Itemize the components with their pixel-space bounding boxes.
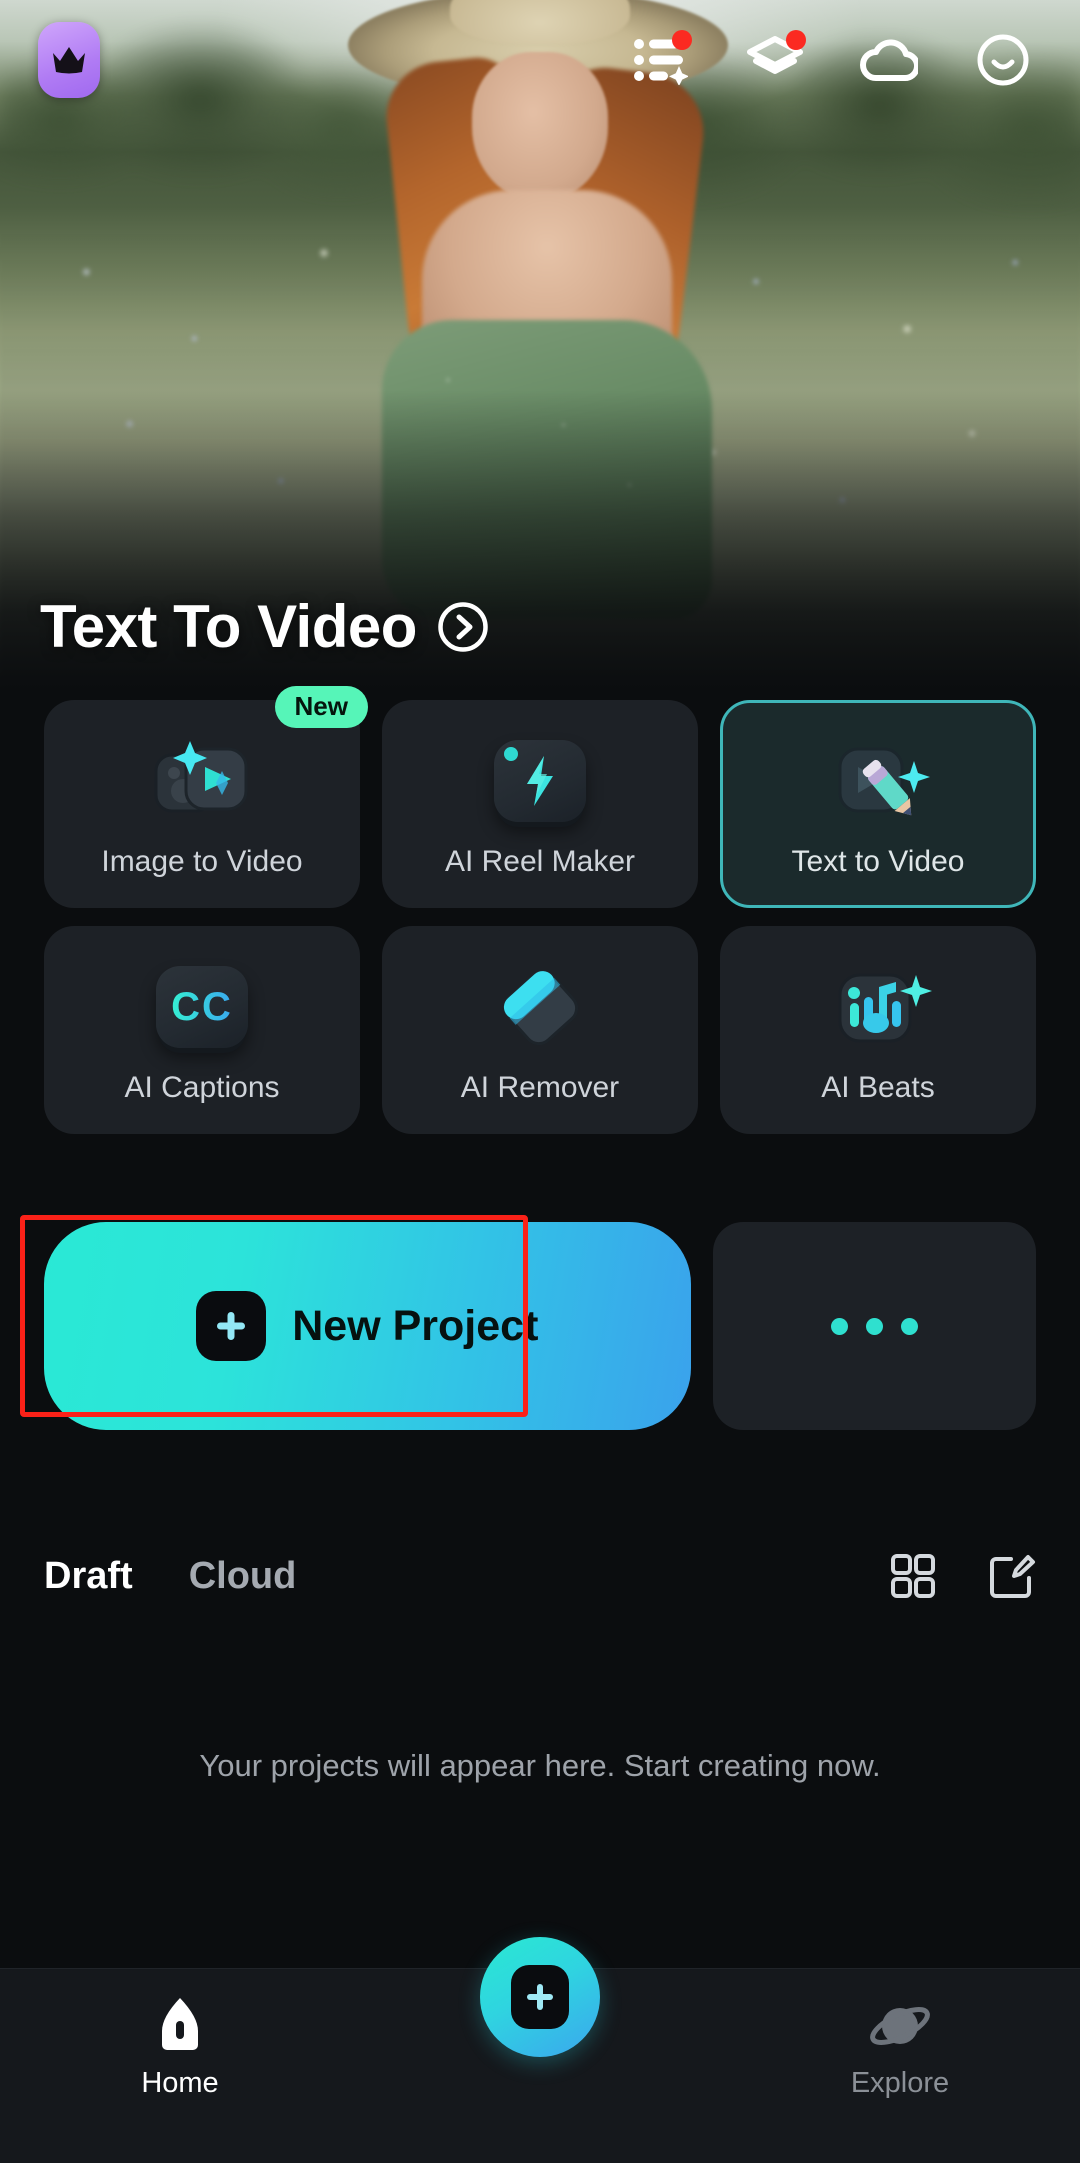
projects-tab-actions: [890, 1552, 1036, 1600]
edit-square-icon[interactable]: [988, 1552, 1036, 1600]
feature-tile-text-to-video[interactable]: Text to Video: [720, 700, 1036, 908]
feature-label: AI Captions: [124, 1071, 280, 1104]
nav-item-explore[interactable]: Explore: [780, 1995, 1020, 2100]
nav-item-home[interactable]: Home: [60, 1995, 300, 2100]
nav-label-home: Home: [141, 2067, 219, 2099]
profile-button[interactable]: [974, 31, 1032, 89]
eraser-icon: [488, 955, 592, 1059]
tab-draft[interactable]: Draft: [44, 1555, 133, 1598]
premium-crown-button[interactable]: [38, 22, 100, 98]
planet-icon: [870, 2007, 930, 2045]
music-note-sparkle-icon: [822, 955, 934, 1059]
feature-tile-ai-beats[interactable]: AI Beats: [720, 926, 1036, 1134]
hero-title-row[interactable]: Text To Video: [40, 592, 489, 661]
crown-icon: [53, 47, 85, 74]
hero-title: Text To Video: [40, 593, 417, 660]
cloud-button[interactable]: [860, 31, 918, 89]
top-bar-actions: [632, 30, 1042, 89]
tutorials-button[interactable]: [746, 30, 806, 89]
new-badge: New: [274, 686, 368, 728]
feature-tile-ai-remover[interactable]: AI Remover: [382, 926, 698, 1134]
feature-label: AI Reel Maker: [444, 845, 636, 878]
create-fab-button[interactable]: [480, 1937, 600, 2057]
feature-tile-image-to-video[interactable]: Image to Video New: [44, 686, 368, 908]
feature-grid: Image to Video New AI Reel Maker Text to…: [44, 686, 1036, 1134]
smiley-face-icon: [977, 34, 1029, 86]
top-bar: [0, 0, 1080, 120]
app-screen: Text To Video Image to Video New AI Reel…: [0, 0, 1080, 2163]
home-icon: [162, 1998, 198, 2050]
more-horizontal-icon: [830, 1317, 918, 1335]
feature-label: Text to Video: [791, 845, 965, 878]
notification-badge: [672, 30, 692, 50]
feature-tile-ai-reel-maker[interactable]: AI Reel Maker: [382, 700, 698, 908]
feature-label: Image to Video: [101, 845, 303, 878]
empty-projects-message: Your projects will appear here. Start cr…: [199, 1748, 881, 1783]
image-to-video-icon: [142, 729, 262, 833]
pencil-play-icon: [822, 729, 934, 833]
new-project-button[interactable]: New Project: [44, 1222, 691, 1430]
feature-label: AI Beats: [821, 1071, 935, 1104]
ai-tools-button[interactable]: [632, 30, 692, 89]
chevron-right-circle-icon[interactable]: [437, 601, 489, 653]
cloud-icon: [860, 39, 918, 82]
more-options-button[interactable]: [712, 1222, 1036, 1430]
nav-label-explore: Explore: [850, 2067, 950, 2099]
feature-tile-ai-captions[interactable]: CC AI Captions: [44, 926, 360, 1134]
lightning-bolt-icon: [494, 729, 586, 833]
new-project-row: New Project: [44, 1222, 1036, 1430]
notification-badge: [786, 30, 806, 50]
plus-icon: [196, 1291, 267, 1361]
new-project-label: New Project: [292, 1301, 539, 1350]
feature-label: AI Remover: [460, 1071, 620, 1104]
bottom-navigation: Home Explore: [0, 1937, 1080, 2163]
cc-glyph: CC: [171, 984, 233, 1029]
plus-icon: [511, 1965, 569, 2029]
projects-tabs: Draft Cloud: [44, 1543, 1036, 1609]
grid-view-icon[interactable]: [890, 1553, 936, 1599]
closed-caption-icon: CC: [156, 955, 248, 1059]
tab-cloud[interactable]: Cloud: [189, 1555, 297, 1598]
